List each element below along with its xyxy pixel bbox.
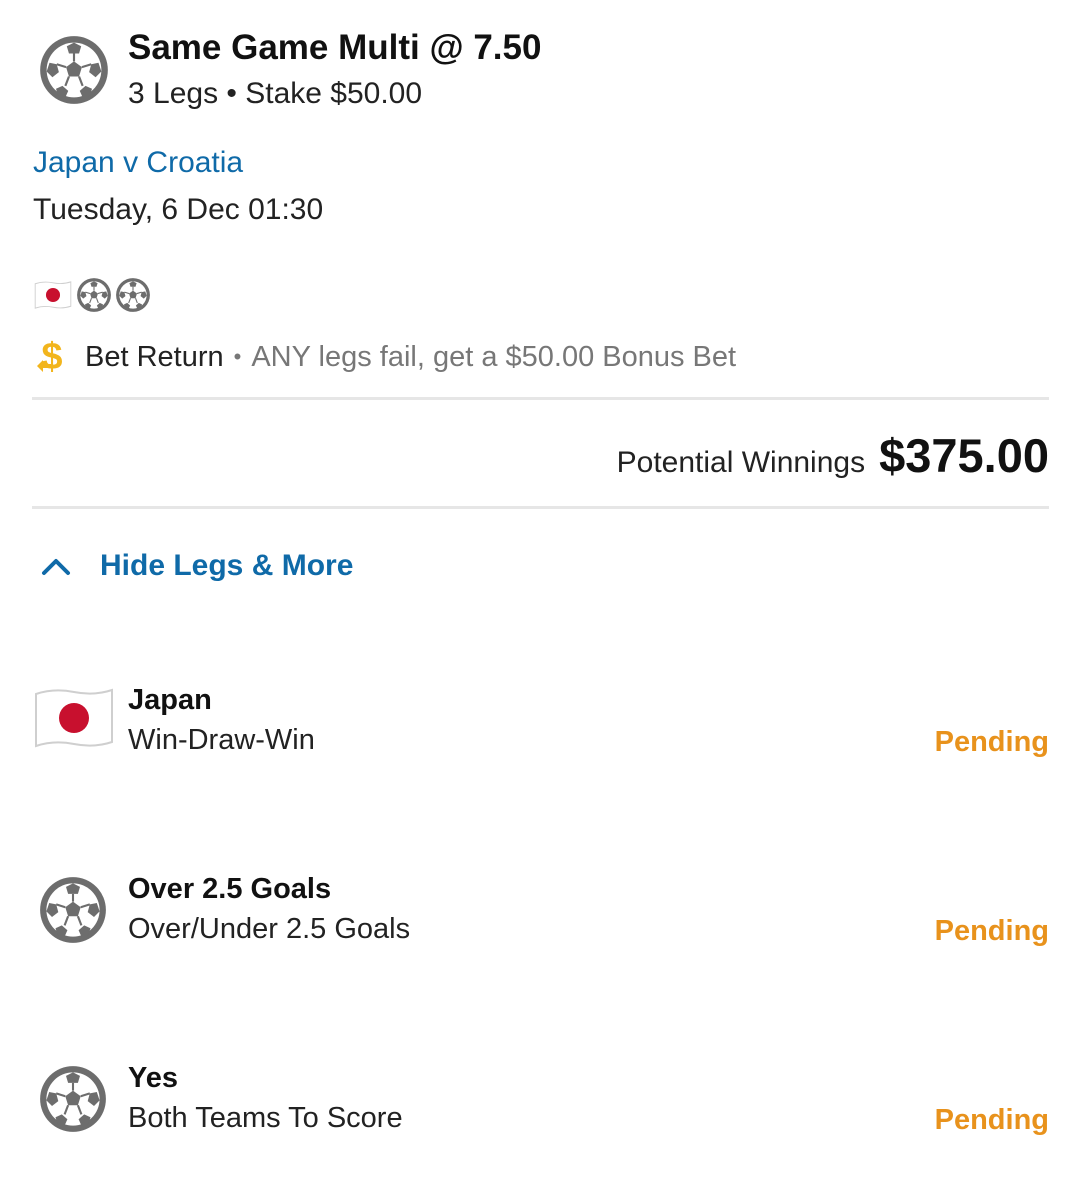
- promo-title: Bet Return: [85, 340, 224, 373]
- bet-title: Same Game Multi @ 7.50: [128, 28, 542, 67]
- bet-return-promo: $ Bet Return • ANY legs fail, get a $50.…: [33, 336, 736, 378]
- leg-market: Both Teams To Score: [128, 1102, 403, 1134]
- bet-header: Same Game Multi @ 7.50 3 Legs • Stake $5…: [38, 30, 541, 112]
- hide-legs-toggle[interactable]: Hide Legs & More: [38, 548, 353, 584]
- leg-market: Win-Draw-Win: [128, 724, 315, 756]
- leg-selection: Over 2.5 Goals: [128, 873, 332, 905]
- bet-subtitle: 3 Legs • Stake $50.00: [128, 77, 423, 110]
- divider: [32, 506, 1049, 509]
- match-link[interactable]: Japan v Croatia: [33, 146, 243, 180]
- svg-text:$: $: [41, 336, 62, 378]
- match-datetime: Tuesday, 6 Dec 01:30: [33, 193, 324, 226]
- japan-flag-icon: [32, 686, 116, 750]
- leg-row: Japan Win-Draw-Win Pending: [0, 684, 1080, 774]
- leg-status-badge: Pending: [934, 915, 1049, 947]
- leg-selection: Yes: [128, 1062, 178, 1094]
- leg-row: Yes Both Teams To Score Pending: [0, 1062, 1080, 1152]
- chevron-up-icon: [42, 559, 70, 575]
- soccer-ball-icon: [38, 1064, 108, 1134]
- potential-winnings: Potential Winnings $375.00: [617, 428, 1049, 483]
- japan-flag-icon: [33, 280, 73, 310]
- leg-market: Over/Under 2.5 Goals: [128, 913, 411, 945]
- hide-legs-label: Hide Legs & More: [100, 549, 354, 582]
- leg-status-badge: Pending: [934, 726, 1049, 758]
- winnings-label: Potential Winnings: [616, 446, 866, 479]
- soccer-ball-icon: [76, 277, 112, 313]
- bet-card: Same Game Multi @ 7.50 3 Legs • Stake $5…: [0, 0, 1080, 1190]
- winnings-amount: $375.00: [879, 429, 1049, 482]
- bet-header-text: Same Game Multi @ 7.50 3 Legs • Stake $5…: [128, 30, 541, 112]
- dollar-return-icon: $: [37, 336, 63, 378]
- leg-icons-row: [33, 277, 151, 313]
- soccer-ball-icon: [38, 34, 110, 106]
- divider: [32, 397, 1049, 400]
- leg-row: Over 2.5 Goals Over/Under 2.5 Goals Pend…: [0, 873, 1080, 963]
- leg-selection: Japan: [128, 684, 212, 716]
- promo-separator: •: [233, 344, 242, 369]
- soccer-ball-icon: [115, 277, 151, 313]
- soccer-ball-icon: [38, 875, 108, 945]
- promo-description: ANY legs fail, get a $50.00 Bonus Bet: [251, 340, 737, 373]
- leg-status-badge: Pending: [934, 1104, 1049, 1136]
